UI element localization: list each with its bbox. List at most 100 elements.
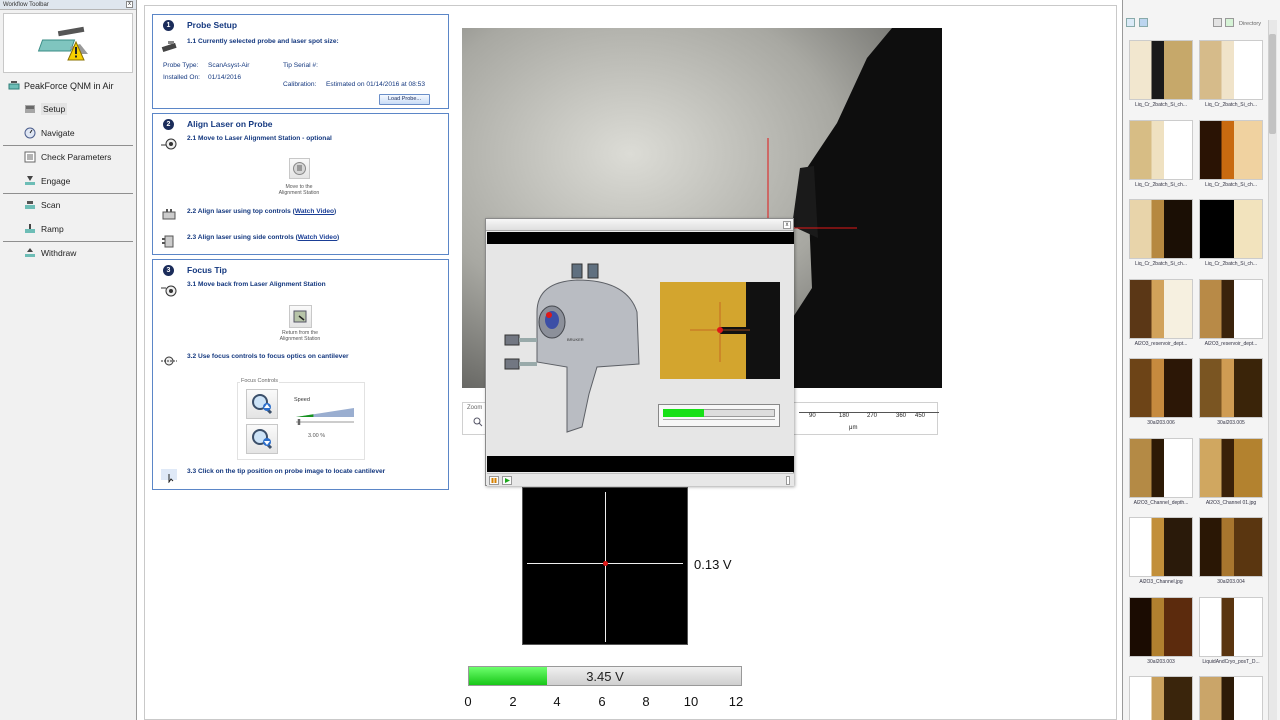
workflow-item-label: Engage — [41, 176, 71, 186]
sum-signal-value: 0.13 V — [694, 557, 732, 572]
withdraw-icon — [25, 248, 35, 257]
workflow-item-check-parameters[interactable]: Check Parameters — [24, 151, 111, 163]
watch-video-side-link[interactable]: Watch Video — [298, 234, 337, 241]
scale-tick: 270 — [867, 413, 878, 419]
pause-button[interactable] — [489, 476, 499, 485]
installed-on-value: 01/14/2016 — [208, 74, 242, 81]
move-to-alignment-station-button[interactable] — [289, 158, 310, 179]
scan-icon — [25, 201, 35, 209]
browser-refresh-button[interactable] — [1225, 18, 1234, 27]
file-thumbnail[interactable] — [1199, 199, 1263, 259]
focus-up-button[interactable] — [246, 389, 278, 419]
return-from-alignment-station-button[interactable] — [289, 305, 312, 328]
workflow-item-ramp[interactable]: Ramp — [24, 223, 64, 235]
file-thumbnail-caption: Liq_Cr_2batch_Si_ch... — [1205, 181, 1257, 188]
workflow-item-withdraw[interactable]: Withdraw — [24, 247, 76, 259]
voltage-bar: 3.45 V — [468, 666, 742, 686]
align-laser-panel: 2 Align Laser on Probe 2.1 Move to Laser… — [152, 113, 449, 255]
file-thumbnail[interactable] — [1129, 676, 1193, 720]
workflow-item-label: Setup — [41, 103, 68, 115]
focus-controls-label: Focus Controls — [240, 378, 279, 384]
file-thumbnail[interactable] — [1199, 119, 1263, 180]
video-close-button[interactable]: x — [783, 221, 791, 229]
workflow-close-button[interactable]: x — [126, 1, 133, 8]
side-controls-icon — [162, 235, 174, 248]
panel-title: Probe Setup — [187, 20, 238, 30]
video-controls-bar — [487, 473, 794, 486]
play-button[interactable] — [502, 476, 512, 485]
workflow-separator — [3, 145, 133, 146]
file-thumbnail[interactable] — [1199, 278, 1263, 339]
file-thumbnail-caption: 30al203.006 — [1147, 420, 1175, 426]
browser-thumbnail-button[interactable] — [1139, 18, 1148, 27]
scale-tick: 180 — [839, 413, 850, 419]
workflow-item-label: Scan — [41, 200, 61, 210]
browser-scroll-thumb[interactable] — [1269, 34, 1276, 134]
file-thumbnail-caption: 30al203.004 — [1217, 579, 1245, 585]
video-seek-handle[interactable] — [786, 476, 790, 485]
file-thumbnail[interactable] — [1199, 596, 1263, 657]
laser-spot-marker — [603, 561, 608, 566]
file-thumbnail-caption: Liq_Cr_2batch_Si_ch... — [1205, 102, 1257, 108]
workflow-item-setup[interactable]: Setup — [24, 103, 68, 115]
file-thumbnail[interactable] — [1129, 517, 1193, 577]
mode-icon — [8, 81, 20, 90]
file-thumbnail[interactable] — [1129, 437, 1193, 498]
file-thumbnail[interactable] — [1129, 358, 1193, 418]
detector-progress-bar — [658, 404, 780, 427]
file-thumbnail[interactable] — [1129, 199, 1193, 259]
step-3-1-text: 3.1 Move back from Laser Alignment Stati… — [187, 281, 326, 288]
browser-view-button[interactable] — [1126, 18, 1135, 27]
file-thumbnail[interactable] — [1129, 40, 1193, 100]
step-number-badge: 2 — [163, 119, 174, 130]
file-thumbnail[interactable] — [1129, 278, 1193, 339]
file-thumbnail[interactable] — [1199, 676, 1263, 720]
workflow-separator — [3, 193, 133, 194]
voltage-tick: 12 — [728, 694, 744, 709]
file-thumbnail[interactable] — [1199, 40, 1263, 100]
navigate-icon — [24, 127, 36, 139]
voltage-tick: 8 — [642, 694, 650, 709]
file-thumbnail-caption: Liq_Cr_2batch_Si_ch... — [1135, 261, 1187, 267]
file-thumbnail[interactable] — [1199, 358, 1263, 418]
panel-title: Align Laser on Probe — [187, 119, 273, 129]
file-thumbnail-caption: Al2O3_Channel_depth... — [1133, 499, 1189, 506]
engage-icon — [25, 176, 35, 185]
probe-warning-icon — [37, 26, 88, 61]
file-thumbnail[interactable] — [1199, 517, 1263, 577]
speed-slider[interactable] — [294, 405, 356, 425]
laser-alignment-video-window: x BRUKER — [485, 218, 794, 486]
browser-up-button[interactable] — [1213, 18, 1222, 27]
calibration-label: Calibration: — [283, 81, 317, 88]
file-thumbnail-caption: Al2O3_Channel.jpg — [1139, 579, 1183, 585]
return-station-icon — [161, 285, 177, 297]
workflow-item-label: Ramp — [41, 224, 64, 234]
voltage-tick: 6 — [598, 694, 606, 709]
load-probe-button[interactable]: Load Probe... — [379, 94, 430, 105]
watch-video-top-link[interactable]: Watch Video — [295, 208, 334, 215]
focus-down-button[interactable] — [246, 424, 278, 454]
magnifier-down-icon — [252, 429, 273, 450]
file-thumbnail[interactable] — [1129, 119, 1193, 180]
workflow-mode-logo[interactable] — [3, 13, 133, 73]
calibration-value: Estimated on 01/14/2016 at 08:53 — [326, 81, 425, 88]
file-thumbnail[interactable] — [1129, 596, 1193, 657]
workflow-item-navigate[interactable]: Navigate — [24, 127, 75, 139]
workflow-toolbar-title: Workflow Toolbar — [3, 2, 49, 8]
workflow-item-scan[interactable]: Scan — [24, 199, 60, 211]
head-brand-label: BRUKER — [567, 337, 584, 342]
pause-icon — [491, 478, 497, 483]
workflow-item-label: Check Parameters — [41, 152, 112, 162]
ramp-icon — [25, 224, 35, 233]
file-thumbnail[interactable] — [1199, 437, 1263, 498]
workflow-separator — [3, 241, 133, 242]
probe-type-label: Probe Type: — [163, 62, 199, 69]
speed-value: 3.00 % — [308, 433, 326, 439]
step-number-badge: 3 — [163, 265, 174, 276]
zoom-magnifier-icon[interactable] — [473, 417, 483, 427]
workflow-toolbar: Workflow Toolbar x PeakForce QNM in Air … — [0, 0, 137, 720]
workflow-item-engage[interactable]: Engage — [24, 175, 70, 187]
step-1-1-text: 1.1 Currently selected probe and laser s… — [187, 38, 339, 45]
tip-serial-label: Tip Serial #: — [283, 62, 318, 69]
return-from-station-caption: Return from the Alignment Station — [279, 330, 321, 342]
